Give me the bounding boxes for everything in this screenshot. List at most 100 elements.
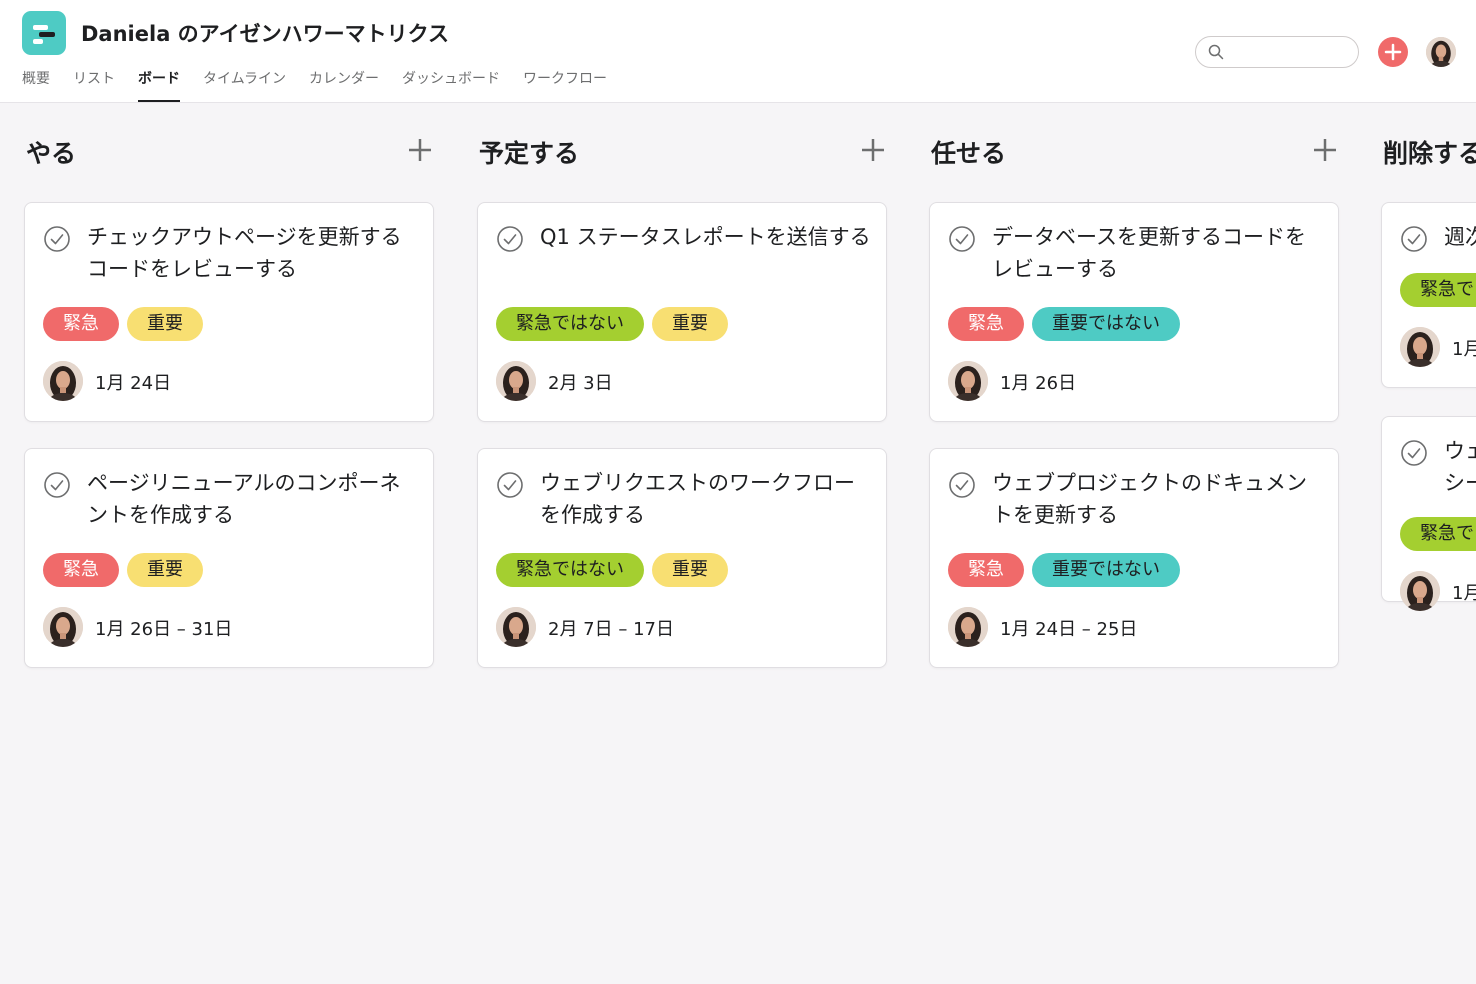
tag-pill[interactable]: 重要ではない [1032, 307, 1180, 341]
quick-add-button[interactable] [1378, 37, 1408, 67]
task-card[interactable]: データベースを更新するコードをレビューする緊急 重要ではない 1月 26日 [929, 202, 1339, 422]
tab-list[interactable]: リスト [73, 68, 115, 102]
task-title[interactable]: 週次 [1444, 221, 1476, 253]
due-date[interactable]: 2月 7日 – 17日 [548, 615, 674, 641]
avatar-face-icon [1400, 571, 1440, 611]
task-card[interactable]: ページリニューアルのコンポーネントを作成する緊急 重要 1月 26日 – 31日 [24, 448, 434, 668]
tag-pill[interactable]: 緊急ではない [496, 553, 644, 587]
search-input[interactable] [1195, 36, 1359, 68]
complete-check-icon[interactable] [496, 225, 524, 253]
plus-icon [1384, 43, 1402, 61]
task-card[interactable]: 週次緊急で 1月 [1381, 202, 1476, 388]
assignee-avatar[interactable] [496, 361, 536, 401]
board-column-schedule: 予定する Q1 ステータスレポートを送信する 緊急ではない 重要 2月 3日 ウェブリクエ… [477, 104, 889, 668]
column-header: 削除する [1381, 104, 1476, 200]
column-title[interactable]: 予定する [479, 134, 579, 170]
task-tags: 緊急 重要ではない [948, 553, 1180, 587]
due-date[interactable]: 1月 [1452, 579, 1476, 605]
tab-dashboard[interactable]: ダッシュボード [402, 68, 500, 102]
column-header: 任せる [929, 104, 1341, 200]
tab-calendar[interactable]: カレンダー [309, 68, 379, 102]
task-title[interactable]: データベースを更新するコードをレビューする [992, 221, 1324, 285]
tag-pill[interactable]: 緊急 [43, 307, 119, 341]
assignee-avatar[interactable] [43, 361, 83, 401]
user-avatar[interactable] [1426, 37, 1456, 67]
avatar-face-icon [948, 607, 988, 647]
due-date[interactable]: 1月 26日 [1000, 369, 1076, 395]
avatar-face-icon [1400, 327, 1440, 367]
tag-pill[interactable]: 重要 [127, 553, 203, 587]
tag-pill[interactable]: 緊急で [1400, 273, 1476, 307]
assignee-avatar[interactable] [948, 607, 988, 647]
tag-pill[interactable]: 重要 [652, 553, 728, 587]
tag-pill[interactable]: 緊急ではない [496, 307, 644, 341]
column-header: 予定する [477, 104, 889, 200]
tag-pill[interactable]: 重要 [652, 307, 728, 341]
assignee-avatar[interactable] [43, 607, 83, 647]
avatar-face-icon [43, 607, 83, 647]
task-tags: 緊急ではない 重要 [496, 553, 728, 587]
due-date[interactable]: 1月 26日 – 31日 [95, 615, 232, 641]
complete-check-icon[interactable] [1400, 439, 1428, 467]
task-title[interactable]: ウェブリクエストのワークフローを作成する [540, 467, 872, 531]
add-task-button[interactable] [1311, 136, 1339, 164]
column-title[interactable]: やる [26, 134, 76, 170]
complete-check-icon[interactable] [43, 225, 71, 253]
board-column-delegate: 任せる データベースを更新するコードをレビューする 緊急 重要ではない 1月 26日 ウェ… [929, 104, 1341, 668]
assignee-avatar[interactable] [496, 607, 536, 647]
complete-check-icon[interactable] [43, 471, 71, 499]
tab-board[interactable]: ボード [138, 68, 180, 102]
project-title[interactable]: Daniela のアイゼンハワーマトリクス [81, 18, 449, 48]
tag-pill[interactable]: 緊急 [43, 553, 119, 587]
column-header: やる [24, 104, 436, 200]
tab-workflow[interactable]: ワークフロー [523, 68, 607, 102]
task-card[interactable]: ウェブプロジェクトのドキュメントを更新する緊急 重要ではない 1月 24日 – 25… [929, 448, 1339, 668]
complete-check-icon[interactable] [496, 471, 524, 499]
tag-pill[interactable]: 緊急 [948, 307, 1024, 341]
plus-icon [862, 139, 884, 161]
add-task-button[interactable] [406, 136, 434, 164]
project-tabs: 概要 リスト ボード タイムライン カレンダー ダッシュボード ワークフロー [22, 68, 630, 102]
due-date[interactable]: 1月 24日 [95, 369, 171, 395]
tag-pill[interactable]: 緊急 [948, 553, 1024, 587]
complete-check-icon[interactable] [948, 225, 976, 253]
project-board-icon [22, 11, 66, 55]
board-column-do: やる チェックアウトページを更新するコードをレビューする 緊急 重要 1月 24日 ページ… [24, 104, 436, 668]
task-card[interactable]: ウェ シー緊急で 1月 [1381, 416, 1476, 611]
column-title[interactable]: 削除する [1383, 134, 1476, 170]
task-tags: 緊急 重要ではない [948, 307, 1180, 341]
avatar-face-icon [496, 607, 536, 647]
task-title[interactable]: ウェ シー [1444, 435, 1476, 499]
task-card[interactable]: チェックアウトページを更新するコードをレビューする緊急 重要 1月 24日 [24, 202, 434, 422]
add-task-button[interactable] [859, 136, 887, 164]
task-card[interactable]: ウェブリクエストのワークフローを作成する緊急ではない 重要 2月 7日 – 17日 [477, 448, 887, 668]
tab-overview[interactable]: 概要 [22, 68, 50, 102]
board-column-delete: 削除する 週次 緊急で 1月 ウェ シー 緊急で 1月 [1381, 104, 1476, 611]
avatar-face-icon [43, 361, 83, 401]
task-tags: 緊急ではない 重要 [496, 307, 728, 341]
tag-pill[interactable]: 重要 [127, 307, 203, 341]
search-icon [1208, 44, 1224, 60]
tag-pill[interactable]: 重要ではない [1032, 553, 1180, 587]
task-tags: 緊急で [1400, 273, 1476, 307]
due-date[interactable]: 1月 24日 – 25日 [1000, 615, 1137, 641]
task-title[interactable]: チェックアウトページを更新するコードをレビューする [87, 221, 419, 285]
assignee-avatar[interactable] [1400, 571, 1440, 611]
complete-check-icon[interactable] [1400, 225, 1428, 253]
task-card[interactable]: Q1 ステータスレポートを送信する緊急ではない 重要 2月 3日 [477, 202, 887, 422]
assignee-avatar[interactable] [1400, 327, 1440, 367]
task-title[interactable]: Q1 ステータスレポートを送信する [540, 221, 872, 253]
assignee-avatar[interactable] [948, 361, 988, 401]
plus-icon [1314, 139, 1336, 161]
tag-pill[interactable]: 緊急で [1400, 517, 1476, 551]
due-date[interactable]: 1月 [1452, 335, 1476, 361]
project-header: Daniela のアイゼンハワーマトリクス 概要 リスト ボード タイムライン … [0, 0, 1476, 103]
tab-timeline[interactable]: タイムライン [203, 68, 286, 102]
task-title[interactable]: ページリニューアルのコンポーネントを作成する [87, 467, 419, 531]
column-title[interactable]: 任せる [931, 134, 1006, 170]
due-date[interactable]: 2月 3日 [548, 369, 613, 395]
board: やる チェックアウトページを更新するコードをレビューする 緊急 重要 1月 24日 ページ… [0, 104, 1476, 984]
task-title[interactable]: ウェブプロジェクトのドキュメントを更新する [992, 467, 1324, 531]
complete-check-icon[interactable] [948, 471, 976, 499]
plus-icon [409, 139, 431, 161]
